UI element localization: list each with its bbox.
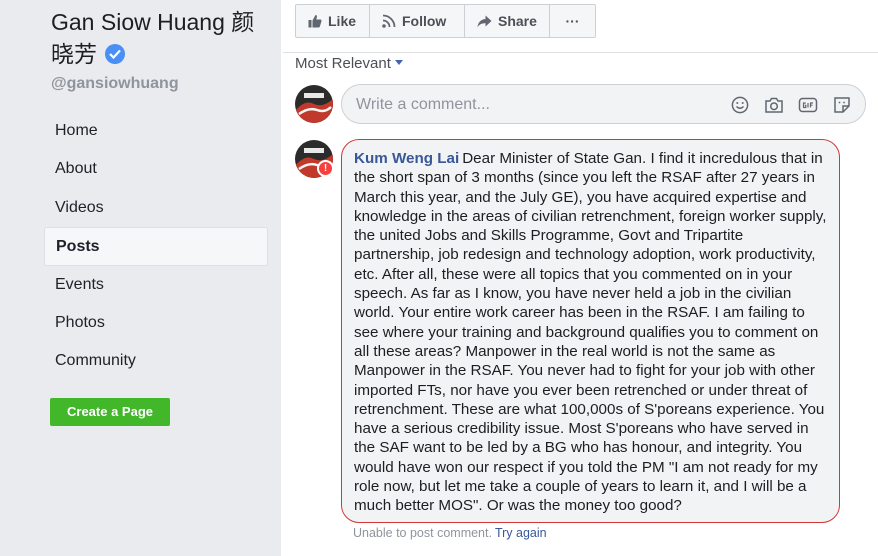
like-label: Like [328,13,357,29]
like-button[interactable]: Like [296,5,370,37]
section-divider [283,52,878,53]
nav-item-photos[interactable]: Photos [44,304,268,342]
rss-follow-icon [382,14,396,28]
share-arrow-icon [477,15,492,28]
comment-body: Kum Weng Lai Dear Minister of State Gan. … [354,149,827,516]
page-action-bar: Like Follow Share ··· [295,4,596,38]
verified-badge-icon [105,44,126,64]
comment-author-link[interactable]: Kum Weng Lai [354,150,459,167]
share-button[interactable]: Share [465,5,550,37]
follow-button[interactable]: Follow [370,5,465,37]
more-options-button[interactable]: ··· [550,5,595,37]
error-message: Unable to post comment. [353,526,492,540]
composer-avatar[interactable] [295,85,333,123]
error-alert-icon: ! [317,160,334,177]
sticker-icon[interactable] [831,94,853,116]
comment-text: Dear Minister of State Gan. I find it in… [354,150,827,515]
emoji-icon[interactable] [729,94,751,116]
comment-input[interactable] [356,94,716,116]
nav-item-events[interactable]: Events [44,266,268,304]
page-nav: Home About Videos Posts Events Photos Co… [44,112,268,381]
thumbs-up-icon [308,14,322,28]
comment-bubble: Kum Weng Lai Dear Minister of State Gan. … [341,139,840,523]
create-page-button[interactable]: Create a Page [50,398,170,426]
try-again-link[interactable]: Try again [495,526,547,540]
page-sidebar: Gan Siow Huang 颜晓芳 @gansiowhuang Home Ab… [0,0,281,556]
chevron-down-icon [394,60,403,65]
comment-composer[interactable] [341,84,866,124]
composer-tools [729,94,853,116]
page-name-text[interactable]: Gan Siow Huang 颜晓芳 [51,9,254,67]
comment-sort-dropdown[interactable]: Most Relevant [295,54,403,74]
nav-item-about[interactable]: About [44,150,268,188]
page-title[interactable]: Gan Siow Huang 颜晓芳 [51,6,276,70]
gif-icon[interactable] [797,94,819,116]
camera-icon[interactable] [763,94,785,116]
sort-label: Most Relevant [295,55,391,72]
nav-item-community[interactable]: Community [44,342,268,380]
follow-label: Follow [402,13,447,29]
nav-item-posts[interactable]: Posts [44,227,268,266]
nav-item-videos[interactable]: Videos [44,189,268,227]
more-dots-icon: ··· [565,13,580,29]
page-handle[interactable]: @gansiowhuang [51,75,179,93]
share-label: Share [498,13,537,29]
post-error-status: Unable to post comment. Try again [353,526,547,540]
nav-item-home[interactable]: Home [44,112,268,150]
